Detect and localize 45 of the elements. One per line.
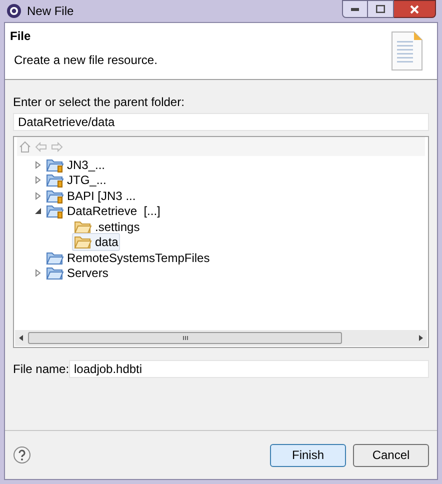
app-icon: [6, 3, 22, 19]
project-folder-icon: [46, 203, 64, 220]
project-folder-icon: [46, 156, 64, 173]
collapsed-arrow-icon[interactable]: [34, 192, 42, 200]
window-title: New File: [27, 3, 74, 20]
parent-folder-field[interactable]: DataRetrieve/data: [13, 113, 429, 131]
file-name-label: File name:: [13, 361, 69, 378]
file-name-field[interactable]: loadjob.hdbti: [69, 360, 429, 378]
folder-icon: [46, 265, 64, 282]
maximize-icon: [376, 5, 385, 13]
close-icon: [410, 4, 419, 14]
page-title: File: [10, 28, 32, 45]
document-icon: [390, 31, 424, 71]
tree-item[interactable]: JN3_...: [44, 156, 108, 174]
scroll-right-icon[interactable]: [419, 335, 423, 341]
tree-item[interactable]: .settings: [72, 218, 142, 236]
collapsed-arrow-icon[interactable]: [34, 176, 42, 184]
collapsed-arrow-icon[interactable]: [34, 269, 42, 278]
maximize-button[interactable]: [368, 0, 394, 18]
scrollbar-thumb[interactable]: [28, 332, 342, 344]
tree-item[interactable]: data: [72, 233, 120, 252]
help-icon[interactable]: [13, 446, 31, 464]
tree-item[interactable]: JTG_...: [44, 171, 108, 190]
expanded-arrow-icon[interactable]: [34, 207, 42, 216]
collapsed-arrow-icon[interactable]: [34, 160, 42, 169]
project-folder-icon: [46, 172, 64, 188]
tree-item[interactable]: BAPI [JN3 ...: [44, 186, 138, 205]
tree-item[interactable]: RemoteSystemsTempFiles: [44, 248, 212, 267]
home-icon[interactable]: [19, 140, 31, 152]
minimize-button[interactable]: [342, 0, 368, 18]
page-description: Create a new file resource.: [14, 52, 158, 69]
tree-item[interactable]: Servers: [44, 264, 110, 282]
finish-button[interactable]: Finish: [270, 444, 346, 466]
folder-icon: [74, 234, 92, 250]
cancel-button[interactable]: Cancel: [353, 444, 429, 466]
minimize-icon: [351, 8, 359, 10]
parent-folder-label: Enter or select the parent folder:: [13, 95, 186, 109]
grip-icon: [182, 336, 188, 340]
close-button[interactable]: [394, 0, 436, 18]
folder-icon: [74, 218, 92, 235]
scroll-left-icon[interactable]: [19, 335, 23, 341]
project-folder-icon: [46, 188, 64, 204]
folder-icon: [46, 250, 64, 266]
horizontal-scrollbar[interactable]: [15, 330, 427, 346]
tree-item[interactable]: DataRetrieve [...]: [44, 202, 162, 220]
